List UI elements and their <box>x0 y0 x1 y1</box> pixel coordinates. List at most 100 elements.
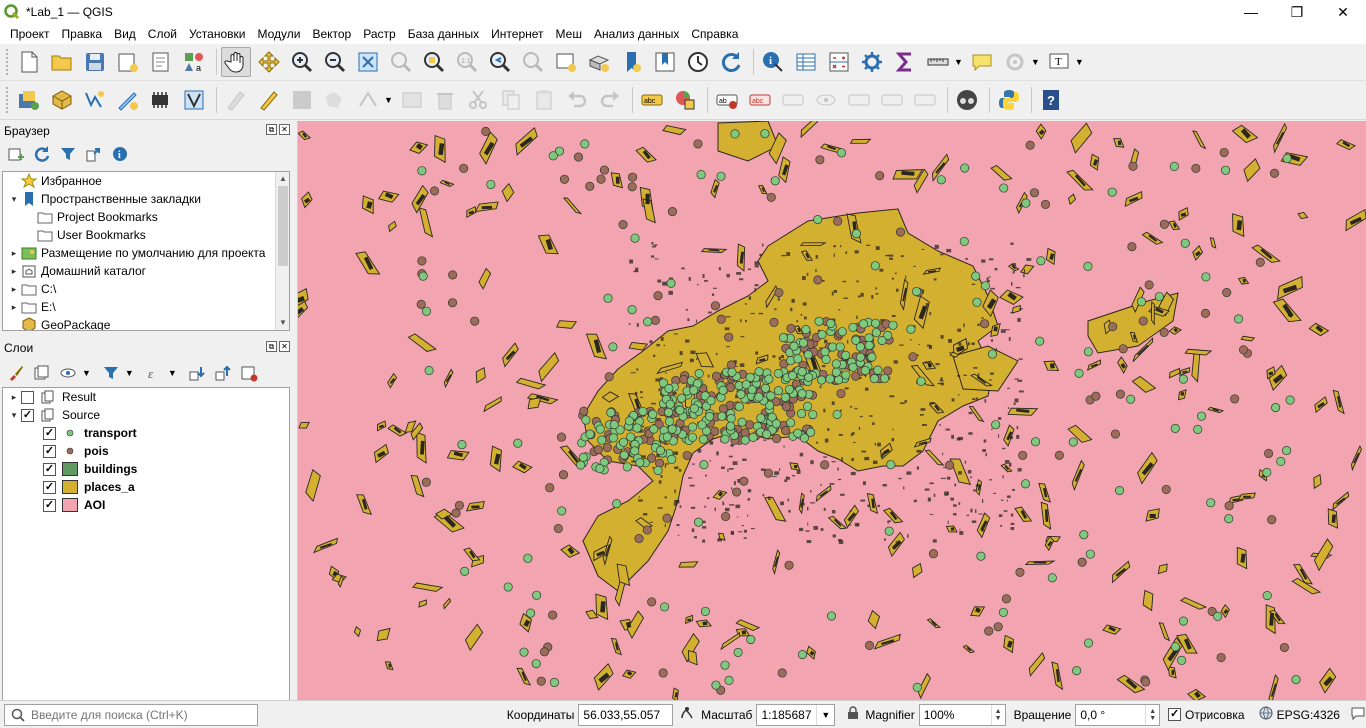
crs-label[interactable]: EPSG:4326 <box>1277 708 1340 722</box>
select-tool-button[interactable] <box>1000 47 1030 77</box>
browser-item-drive-c[interactable]: ▸ C:\ <box>3 280 289 298</box>
browser-float-button[interactable]: ⧉ <box>266 124 277 135</box>
scroll-thumb[interactable] <box>278 186 288 266</box>
browser-add-layer-button[interactable] <box>6 144 26 164</box>
layer-visibility-checkbox[interactable]: ✓ <box>43 426 56 440</box>
cut-features-button[interactable] <box>463 85 493 115</box>
field-calculator-button[interactable] <box>824 47 854 77</box>
pin-labels-button[interactable] <box>778 85 808 115</box>
scale-combo[interactable]: 1:185687 ▼ <box>756 703 836 726</box>
open-project-button[interactable] <box>47 47 77 77</box>
layer-row-aoi[interactable]: ✓ AOI <box>3 496 289 514</box>
locator-search[interactable] <box>4 703 259 726</box>
layers-float-button[interactable]: ⧉ <box>266 341 277 352</box>
lock-icon[interactable] <box>847 706 859 723</box>
style-manager-button[interactable]: a <box>179 47 209 77</box>
save-edits-button[interactable] <box>287 85 317 115</box>
browser-info-button[interactable]: i <box>110 144 130 164</box>
scale-dropdown-arrow[interactable]: ▼ <box>816 704 834 725</box>
move-label-button[interactable] <box>844 85 874 115</box>
add-group-button[interactable] <box>32 363 52 383</box>
open-layer-styling-button[interactable] <box>6 363 26 383</box>
filter-expression-button[interactable]: ε <box>144 363 164 383</box>
new-temporary-layer-button[interactable] <box>113 85 143 115</box>
menu-help[interactable]: Справка <box>685 24 744 44</box>
menu-raster[interactable]: Растр <box>357 24 401 44</box>
browser-close-button[interactable]: ✕ <box>279 124 290 135</box>
menu-layer[interactable]: Слой <box>142 24 183 44</box>
tree-arrow[interactable]: ▸ <box>7 248 21 259</box>
coordinate-field[interactable]: 56.033,55.057 <box>578 703 674 726</box>
map-tips-button[interactable] <box>967 47 997 77</box>
browser-filter-button[interactable] <box>58 144 78 164</box>
refresh-button[interactable] <box>716 47 746 77</box>
menu-view[interactable]: Вид <box>108 24 142 44</box>
browser-item-favorites[interactable]: Избранное <box>3 172 289 190</box>
redo-button[interactable] <box>595 85 625 115</box>
browser-item-spatial-bookmarks[interactable]: ▾ Пространственные закладки <box>3 190 289 208</box>
processing-toolbox-button[interactable] <box>857 47 887 77</box>
filter-dropdown-arrow[interactable]: ▼ <box>125 368 134 378</box>
browser-refresh-button[interactable] <box>32 144 52 164</box>
manage-visibility-button[interactable] <box>58 363 78 383</box>
show-hide-labels-button[interactable] <box>811 85 841 115</box>
zoom-to-selection-button[interactable] <box>386 47 416 77</box>
rotation-spin-arrows[interactable]: ▲ ▼ <box>1145 704 1159 725</box>
new-3d-view-button[interactable] <box>584 47 614 77</box>
paste-features-button[interactable] <box>529 85 559 115</box>
temporal-controller-button[interactable] <box>683 47 713 77</box>
minimize-button[interactable]: — <box>1228 0 1274 24</box>
map-canvas[interactable] <box>297 121 1366 700</box>
save-project-button[interactable] <box>80 47 110 77</box>
new-spatialite-layer-button[interactable] <box>146 85 176 115</box>
zoom-next-button[interactable] <box>518 47 548 77</box>
add-feature-button[interactable] <box>320 85 350 115</box>
close-button[interactable]: ✕ <box>1320 0 1366 24</box>
tree-arrow[interactable]: ▾ <box>7 410 21 421</box>
menu-mesh[interactable]: Меш <box>550 24 588 44</box>
browser-item-project-home[interactable]: ▸ Размещение по умолчанию для проекта <box>3 244 289 262</box>
browser-collapse-button[interactable] <box>84 144 104 164</box>
filter-legend-button[interactable] <box>101 363 121 383</box>
browser-scrollbar[interactable]: ▲ ▼ <box>275 172 289 330</box>
zoom-out-button[interactable] <box>320 47 350 77</box>
zoom-last-button[interactable] <box>485 47 515 77</box>
menu-edit[interactable]: Правка <box>56 24 109 44</box>
current-edits-button[interactable] <box>221 85 251 115</box>
maximize-button[interactable]: ❐ <box>1274 0 1320 24</box>
text-annotation-button[interactable]: T <box>1044 47 1074 77</box>
zoom-native-button[interactable]: 1:1 <box>452 47 482 77</box>
menu-plugins[interactable]: Модули <box>251 24 306 44</box>
toolbar-grip[interactable] <box>6 49 10 75</box>
select-dropdown-arrow[interactable]: ▼ <box>1031 57 1040 67</box>
tree-arrow[interactable]: ▸ <box>7 284 21 295</box>
identify-button[interactable]: i <box>758 47 788 77</box>
collapse-all-button[interactable] <box>213 363 233 383</box>
layer-visibility-checkbox[interactable]: ✓ <box>21 408 34 422</box>
layer-visibility-checkbox[interactable]: ✓ <box>43 444 56 458</box>
pan-to-selection-button[interactable] <box>254 47 284 77</box>
remove-layer-button[interactable] <box>239 363 259 383</box>
messages-icon[interactable] <box>1350 705 1366 724</box>
data-source-manager-button[interactable] <box>14 85 44 115</box>
layer-group-source[interactable]: ▾ ✓ Source <box>3 406 289 424</box>
layer-row-buildings[interactable]: ✓ buildings <box>3 460 289 478</box>
osm-button[interactable] <box>952 85 982 115</box>
layer-row-pois[interactable]: ✓ pois <box>3 442 289 460</box>
zoom-in-button[interactable] <box>287 47 317 77</box>
highlight-pinned-labels-button[interactable]: abc <box>745 85 775 115</box>
undo-button[interactable] <box>562 85 592 115</box>
expression-dropdown-arrow[interactable]: ▼ <box>168 368 177 378</box>
layer-labeling-button[interactable]: ab <box>712 85 742 115</box>
layer-group-result[interactable]: ▸ Result <box>3 388 289 406</box>
vertex-tool-button[interactable] <box>353 85 383 115</box>
layout-manager-button[interactable] <box>146 47 176 77</box>
browser-item-user-bookmarks[interactable]: User Bookmarks <box>3 226 289 244</box>
browser-item-drive-e[interactable]: ▸ E:\ <box>3 298 289 316</box>
diagram-button[interactable] <box>670 85 700 115</box>
menu-web[interactable]: Интернет <box>485 24 549 44</box>
browser-item-project-bookmarks[interactable]: Project Bookmarks <box>3 208 289 226</box>
crs-globe-icon[interactable] <box>1259 706 1273 723</box>
statistics-button[interactable] <box>890 47 920 77</box>
digitize-toggle-button[interactable] <box>179 85 209 115</box>
